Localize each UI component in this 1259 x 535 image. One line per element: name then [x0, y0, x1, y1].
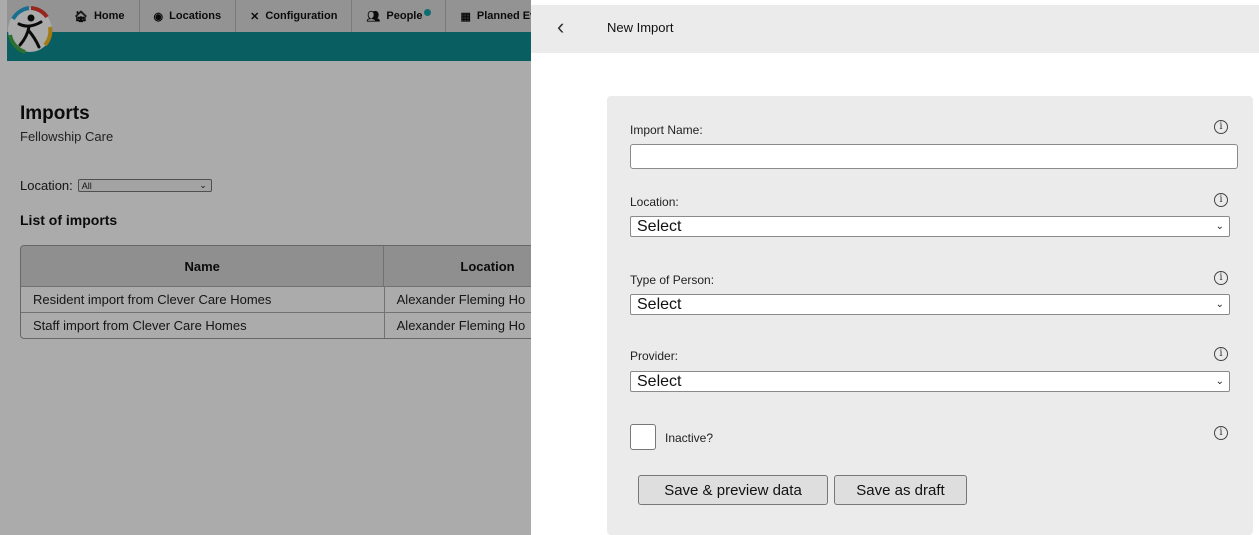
import-name-input[interactable] — [630, 144, 1238, 169]
inactive-label: Inactive? — [665, 431, 714, 445]
info-icon[interactable]: i — [1214, 347, 1228, 361]
chevron-down-icon: ⌄ — [1215, 376, 1224, 387]
provider-select-value: Select — [637, 372, 682, 390]
modal-backdrop[interactable] — [0, 0, 531, 535]
location-label: Location: — [630, 195, 679, 209]
info-icon[interactable]: i — [1214, 426, 1228, 440]
type-of-person-select[interactable]: Select ⌄ — [630, 294, 1230, 315]
save-draft-button[interactable]: Save as draft — [834, 475, 967, 505]
new-import-panel: ‹ New Import Import Name: i Location: i … — [531, 0, 1259, 535]
type-of-person-select-value: Select — [637, 295, 682, 313]
back-chevron-icon[interactable]: ‹ — [557, 15, 581, 41]
info-icon[interactable]: i — [1214, 120, 1228, 134]
background-app: 🏠︎ Home ◉ Locations ✕ Configuration 👥︎ P… — [0, 0, 531, 535]
import-name-label: Import Name: — [630, 123, 703, 137]
provider-select[interactable]: Select ⌄ — [630, 371, 1230, 392]
import-form: Import Name: i Location: i Select ⌄ Type… — [607, 96, 1253, 535]
chevron-down-icon: ⌄ — [1215, 221, 1224, 232]
info-icon[interactable]: i — [1214, 271, 1228, 285]
location-select[interactable]: Select ⌄ — [630, 216, 1230, 237]
save-preview-button[interactable]: Save & preview data — [638, 475, 828, 505]
info-icon[interactable]: i — [1214, 193, 1228, 207]
location-select-value: Select — [637, 217, 682, 235]
panel-header: ‹ New Import — [531, 5, 1259, 53]
chevron-down-icon: ⌄ — [1215, 299, 1224, 310]
inactive-checkbox[interactable] — [630, 424, 656, 450]
panel-title: New Import — [607, 20, 674, 35]
type-of-person-label: Type of Person: — [630, 273, 715, 287]
provider-label: Provider: — [630, 349, 679, 363]
